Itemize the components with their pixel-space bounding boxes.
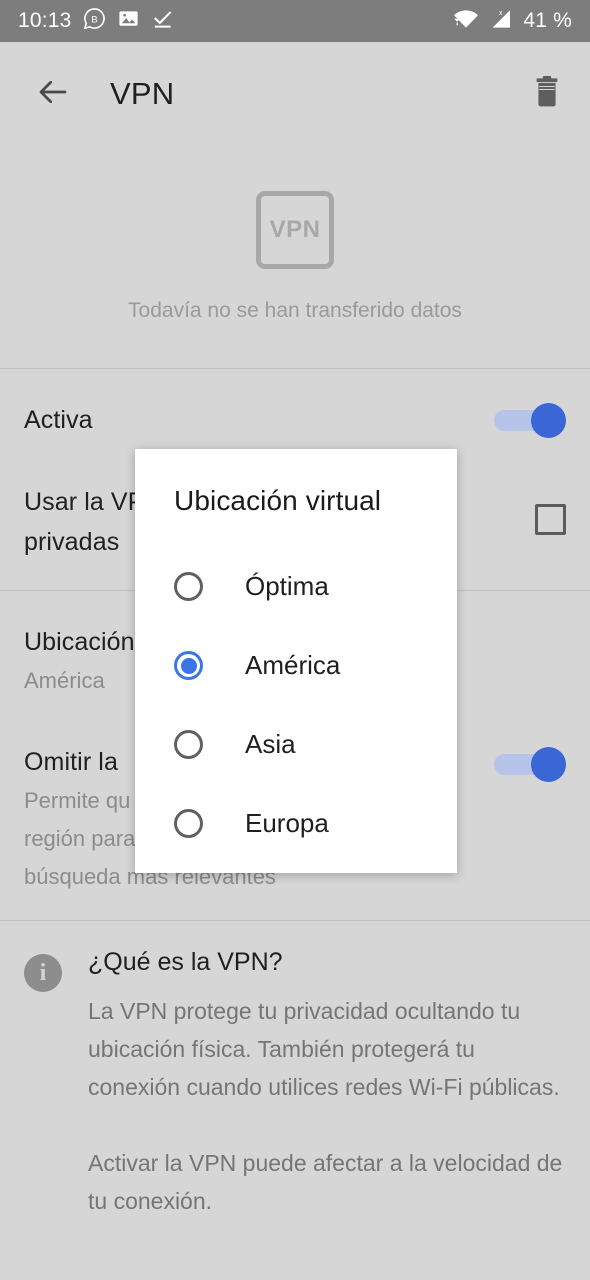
dialog-option-label: América — [245, 650, 341, 680]
radio-button-selected-icon[interactable] — [174, 651, 203, 680]
dialog-option-america[interactable]: América — [135, 626, 457, 705]
radio-button-icon[interactable] — [174, 730, 203, 759]
dialog-option-list: Óptima América Asia Europa — [135, 547, 457, 863]
dialog-option-label: Asia — [245, 729, 296, 759]
dialog-option-label: Óptima — [245, 571, 329, 601]
dialog-option-optima[interactable]: Óptima — [135, 547, 457, 626]
dialog-title: Ubicación virtual — [174, 485, 382, 516]
phone-screen: 10:13 B x 41 % VPN VPN Todavía no se han… — [0, 0, 590, 1280]
dialog-option-europa[interactable]: Europa — [135, 784, 457, 863]
dialog-option-label: Europa — [245, 808, 329, 838]
dialog-option-asia[interactable]: Asia — [135, 705, 457, 784]
virtual-location-dialog: Ubicación virtual Óptima América Asia Eu… — [135, 449, 457, 873]
radio-button-icon[interactable] — [174, 572, 203, 601]
radio-button-icon[interactable] — [174, 809, 203, 838]
